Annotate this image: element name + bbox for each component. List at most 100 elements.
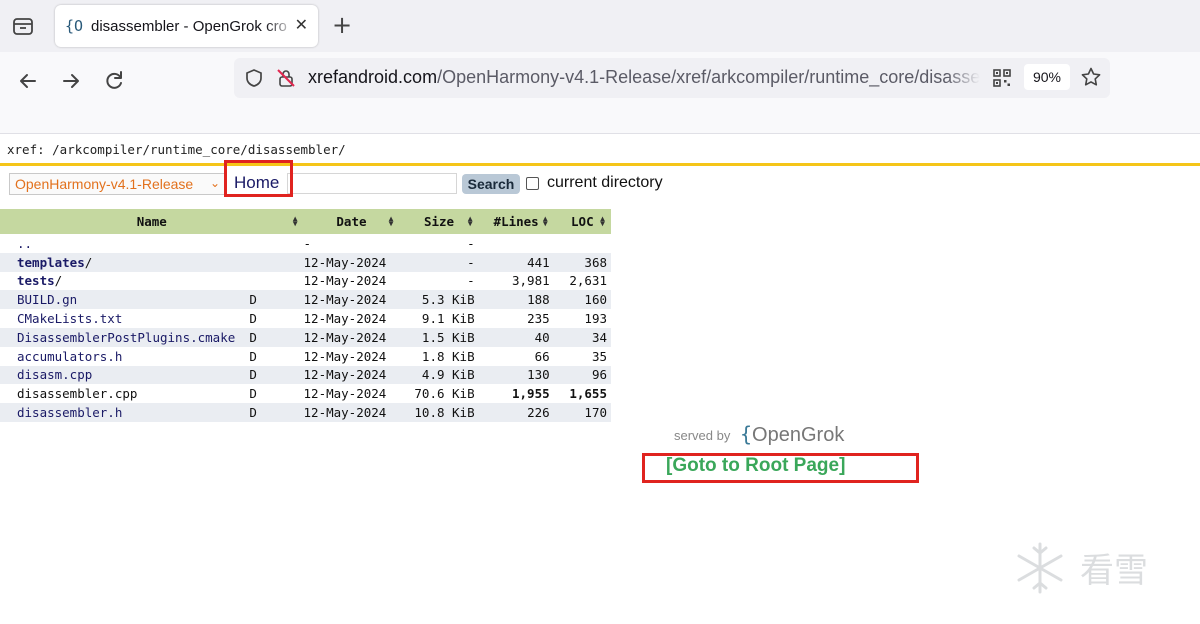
lines-cell: 3,981: [512, 273, 550, 289]
size-cell: -: [467, 273, 475, 289]
file-link[interactable]: disassembler.h: [17, 405, 122, 420]
search-input[interactable]: [287, 173, 457, 194]
tab-list-icon[interactable]: [12, 16, 34, 36]
browser-tab-active[interactable]: {O disassembler - OpenGrok cro ✕: [55, 5, 318, 47]
table-header-row: Name ▲ ▼ Date ▲ ▼ Size ▲ ▼ #Lines ▲ ▼ LOC ▲ ▼: [0, 209, 611, 234]
sort-icon: ▲ ▼: [600, 214, 605, 228]
goto-root-link[interactable]: [Goto to Root Page]: [666, 455, 845, 477]
column-header-date[interactable]: Date ▲ ▼: [303, 209, 400, 234]
qr-code-icon[interactable]: [992, 68, 1012, 92]
file-link[interactable]: ..: [17, 236, 32, 251]
loc-cell: 193: [584, 311, 607, 327]
lines-cell: 66: [534, 348, 550, 364]
browser-tabstrip: {O disassembler - OpenGrok cro ✕ +: [0, 0, 1200, 52]
lines-cell: 235: [527, 311, 550, 327]
column-header-size[interactable]: Size ▲ ▼: [399, 209, 479, 234]
lines-cell: 441: [478, 252, 554, 272]
forward-arrow-icon[interactable]: [56, 66, 86, 96]
file-link[interactable]: disasm.cpp: [17, 367, 92, 382]
download-link[interactable]: [249, 252, 304, 272]
sort-icon: ▲ ▼: [542, 214, 548, 228]
loc-cell: 35: [591, 348, 607, 364]
file-link[interactable]: disassembler.cpp: [17, 386, 137, 401]
download-link[interactable]: D: [249, 365, 304, 385]
svg-text:看雪: 看雪: [1080, 551, 1148, 591]
sort-icon: ▲ ▼: [467, 214, 473, 228]
loc-cell: 160: [553, 290, 611, 310]
opengrok-favicon-icon: {O: [65, 17, 84, 35]
project-select[interactable]: OpenHarmony-v4.1-Release ⌄: [9, 173, 225, 195]
search-bar: OpenHarmony-v4.1-Release ⌄ Home Search c…: [9, 172, 709, 196]
size-cell: -: [399, 252, 479, 272]
table-row: DisassemblerPostPlugins.cmake D 12-May-2…: [0, 327, 611, 347]
file-link[interactable]: CMakeLists.txt: [17, 311, 122, 326]
current-directory-checkbox[interactable]: [526, 177, 539, 190]
table-row: disassembler.cpp D 12-May-2024 70.6 KiB …: [0, 384, 611, 403]
date-cell: 12-May-2024: [303, 252, 400, 272]
loc-cell: 170: [553, 403, 611, 422]
date-cell: 12-May-2024: [303, 365, 400, 385]
table-row: BUILD.gn D 12-May-2024 5.3 KiB 188 160: [0, 290, 611, 310]
date-cell: 12-May-2024: [303, 273, 387, 289]
kanxue-watermark-logo: 看雪: [1010, 536, 1170, 600]
new-tab-icon[interactable]: +: [332, 13, 352, 37]
download-link[interactable]: D: [249, 347, 303, 366]
directory-link[interactable]: templates: [17, 255, 85, 270]
lines-cell: 130: [478, 365, 554, 385]
size-cell: 5.3 KiB: [399, 290, 479, 310]
chevron-down-icon: ⌄: [209, 176, 220, 190]
table-row: templates/ 12-May-2024 - 441 368: [0, 252, 611, 272]
table-row: accumulators.h D 12-May-2024 1.8 KiB 66 …: [0, 347, 611, 366]
directory-link[interactable]: tests: [17, 273, 55, 288]
date-cell: 12-May-2024: [303, 403, 400, 422]
search-button[interactable]: Search: [462, 174, 520, 194]
breadcrumb-path-link[interactable]: /arkcompiler/runtime_core/disassembler/: [52, 142, 346, 157]
table-row: disassembler.h D 12-May-2024 10.8 KiB 22…: [0, 403, 611, 422]
opengrok-logo[interactable]: {OpenGrok: [740, 422, 844, 447]
download-link[interactable]: D: [249, 290, 304, 310]
download-link[interactable]: D: [249, 309, 303, 328]
directory-suffix: /: [84, 254, 93, 270]
download-link[interactable]: D: [249, 327, 304, 347]
table-row: .. - -: [0, 234, 611, 253]
lines-cell: 226: [478, 403, 554, 422]
bookmark-star-icon[interactable]: [1080, 66, 1102, 92]
download-link[interactable]: D: [249, 384, 303, 403]
column-header-loc[interactable]: LOC ▲ ▼: [553, 209, 611, 234]
reload-icon[interactable]: [99, 66, 129, 96]
table-row: disasm.cpp D 12-May-2024 4.9 KiB 130 96: [0, 365, 611, 385]
loc-cell: 2,631: [569, 273, 607, 289]
date-cell: 12-May-2024: [303, 290, 400, 310]
shield-icon[interactable]: [244, 68, 264, 92]
file-link[interactable]: accumulators.h: [17, 349, 122, 364]
browser-navbar: xrefandroid.com/OpenHarmony-v4.1-Release…: [0, 52, 1200, 134]
table-row: tests/ 12-May-2024 - 3,981 2,631: [0, 272, 611, 291]
download-link[interactable]: [249, 234, 303, 253]
zoom-level-badge[interactable]: 90%: [1024, 64, 1070, 90]
file-link[interactable]: DisassemblerPostPlugins.cmake: [17, 330, 235, 345]
breadcrumb-prefix: xref:: [7, 142, 53, 157]
insecure-lock-icon[interactable]: [276, 68, 296, 92]
file-link[interactable]: BUILD.gn: [17, 292, 77, 307]
served-by-label: served by: [674, 428, 731, 443]
header-divider: [0, 163, 1200, 166]
lines-cell: 188: [478, 290, 554, 310]
address-bar[interactable]: xrefandroid.com/OpenHarmony-v4.1-Release…: [234, 58, 1110, 98]
size-cell: -: [467, 235, 475, 251]
download-link[interactable]: D: [249, 403, 304, 422]
size-cell: 10.8 KiB: [399, 403, 479, 422]
highlight-box-home: [224, 160, 293, 197]
loc-cell: 368: [553, 252, 611, 272]
directory-suffix: /: [54, 273, 63, 289]
column-header-lines[interactable]: #Lines ▲ ▼: [478, 209, 554, 234]
lines-cell: [479, 234, 554, 253]
date-cell: 12-May-2024: [303, 348, 387, 364]
url-text[interactable]: xrefandroid.com/OpenHarmony-v4.1-Release…: [308, 67, 980, 88]
size-cell: 1.8 KiB: [421, 348, 475, 364]
download-link[interactable]: [249, 272, 303, 291]
column-header-name[interactable]: Name ▲ ▼: [0, 209, 304, 234]
back-arrow-icon[interactable]: [13, 66, 43, 96]
close-tab-icon[interactable]: ✕: [295, 17, 308, 33]
date-cell: 12-May-2024: [303, 327, 400, 347]
sort-icon: ▲ ▼: [388, 214, 394, 228]
